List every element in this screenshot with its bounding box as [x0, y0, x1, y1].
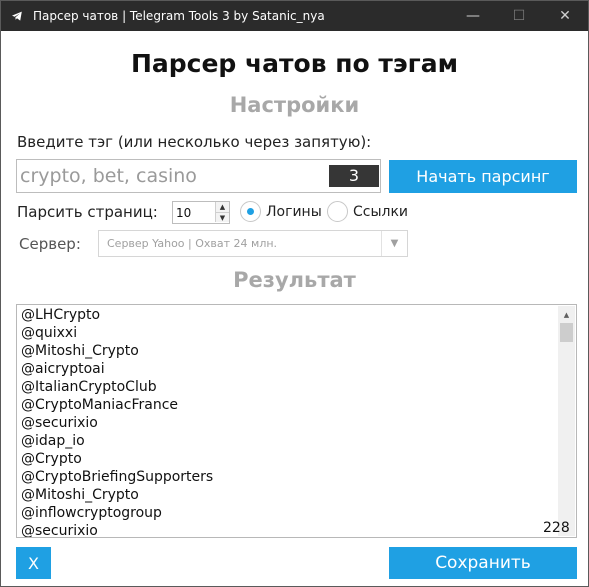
- close-icon: ✕: [559, 8, 571, 24]
- tag-input-container: 3: [16, 159, 381, 193]
- result-count: 228: [543, 520, 570, 536]
- server-select[interactable]: Сервер Yahoo | Охват 24 млн. ▼: [98, 230, 408, 257]
- triangle-down-icon: ▼: [219, 213, 226, 222]
- stepper-up-button[interactable]: ▲: [215, 202, 229, 212]
- page-title: Парсер чатов по тэгам: [130, 49, 459, 78]
- tag-input[interactable]: [17, 160, 317, 192]
- maximize-icon: ☐: [512, 8, 526, 24]
- result-list: @LHCrypto @quixxi @Mitoshi_Crypto @aicry…: [21, 306, 214, 538]
- save-button[interactable]: Сохранить: [389, 547, 577, 579]
- result-item: @aicryptoai: [21, 361, 105, 377]
- result-heading: Результат: [233, 268, 356, 292]
- minimize-icon: —: [466, 8, 480, 24]
- scroll-up-icon[interactable]: ▲: [558, 306, 575, 323]
- result-item: @CryptoManiacFrance: [21, 397, 179, 413]
- server-selected-value: Сервер Yahoo | Охват 24 млн.: [107, 237, 278, 250]
- result-item: @ItalianCryptoClub: [21, 379, 157, 395]
- radio-links-label: Ссылки: [353, 203, 409, 220]
- start-parsing-label: Начать парсинг: [416, 167, 550, 186]
- server-label: Сервер:: [19, 235, 81, 253]
- clear-button[interactable]: X: [16, 547, 51, 579]
- pages-label: Парсить страниц:: [17, 203, 158, 221]
- result-item: @idap_io: [21, 433, 85, 449]
- result-item: @CryptoBriefingSupporters: [21, 469, 214, 485]
- result-item: @securixio: [21, 523, 98, 538]
- result-item: @Mitoshi_Crypto: [21, 487, 139, 503]
- radio-logins[interactable]: Логины: [240, 201, 322, 222]
- result-item: @Mitoshi_Crypto: [21, 343, 139, 359]
- close-window-button[interactable]: ✕: [542, 1, 588, 31]
- window-title: Парсер чатов | Telegram Tools 3 by Satan…: [33, 9, 325, 23]
- settings-heading: Настройки: [229, 93, 360, 117]
- save-button-label: Сохранить: [435, 553, 531, 573]
- maximize-button[interactable]: ☐: [496, 1, 542, 31]
- triangle-up-icon: ▲: [219, 203, 226, 211]
- result-item: @Crypto: [21, 451, 82, 467]
- radio-links[interactable]: Ссылки: [327, 201, 408, 222]
- stepper-down-button[interactable]: ▼: [215, 212, 229, 222]
- result-item: @inflowcryptogroup: [21, 505, 162, 521]
- tag-input-label: Введите тэг (или несколько через запятую…: [17, 133, 372, 151]
- minimize-button[interactable]: —: [450, 1, 496, 31]
- pages-stepper: ▲ ▼: [172, 201, 230, 224]
- radio-logins-label: Логины: [266, 203, 322, 220]
- result-textarea[interactable]: @LHCrypto @quixxi @Mitoshi_Crypto @aicry…: [16, 304, 577, 538]
- scroll-thumb[interactable]: [560, 323, 573, 342]
- pages-input[interactable]: [173, 202, 213, 223]
- result-scrollbar[interactable]: ▲: [558, 306, 575, 536]
- title-bar[interactable]: Парсер чатов | Telegram Tools 3 by Satan…: [1, 1, 588, 31]
- result-item: @quixxi: [21, 325, 78, 341]
- radio-unchecked-icon: [327, 201, 348, 222]
- chevron-down-icon[interactable]: ▼: [381, 231, 407, 256]
- result-item: @LHCrypto: [21, 307, 101, 323]
- clear-button-label: X: [28, 553, 39, 573]
- telegram-icon: [11, 10, 23, 22]
- tag-count-badge: 3: [329, 165, 379, 187]
- start-parsing-button[interactable]: Начать парсинг: [389, 160, 577, 193]
- result-item: @securixio: [21, 415, 98, 431]
- radio-checked-icon: [240, 201, 261, 222]
- radio-dot: [247, 208, 254, 215]
- app-window: Парсер чатов | Telegram Tools 3 by Satan…: [0, 0, 589, 587]
